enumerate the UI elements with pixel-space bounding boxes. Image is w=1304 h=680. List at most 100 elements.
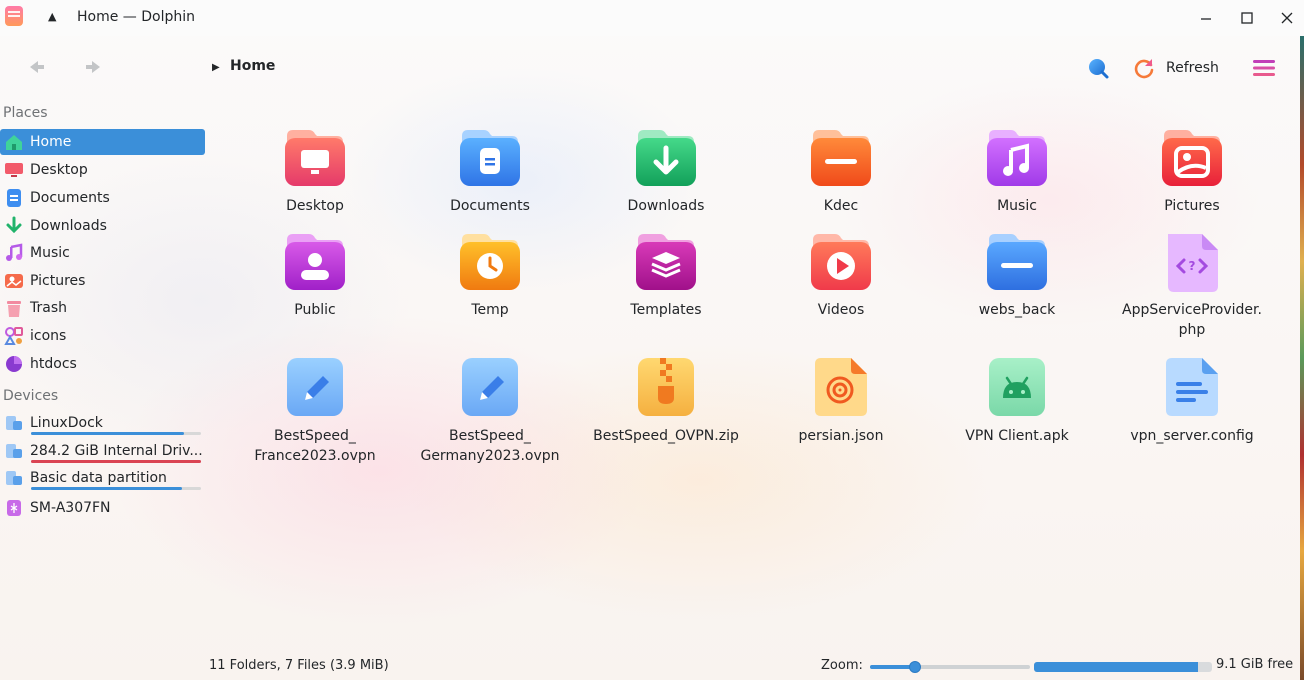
sidebar-item-home[interactable]: Home — [0, 129, 205, 155]
file-item-documents[interactable]: Documents — [410, 126, 570, 216]
sidebar-item-label: LinuxDock — [30, 415, 103, 431]
desktop-folder-icon — [285, 130, 345, 186]
minimize-button[interactable] — [1194, 6, 1218, 30]
sidebar-item-trash[interactable]: Trash — [0, 295, 205, 321]
file-item-label: persian.json — [798, 428, 884, 444]
downloads-icon — [4, 216, 24, 236]
sidebar-item-documents[interactable]: Documents — [0, 185, 205, 211]
refresh-icon — [1134, 59, 1154, 79]
file-item-bestspeed-france[interactable]: BestSpeed_ France2023.ovpn — [235, 356, 395, 466]
sidebar-device-phone[interactable]: SM-A307FN — [0, 495, 205, 521]
ovpn-file-icon — [462, 358, 518, 416]
file-item-label: Videos — [817, 302, 865, 318]
forward-button[interactable] — [82, 56, 104, 82]
php-file-icon: ? — [1168, 234, 1218, 292]
close-button[interactable] — [1275, 6, 1299, 30]
hamburger-menu-button[interactable] — [1252, 58, 1276, 78]
sidebar-item-music[interactable]: Music — [0, 240, 205, 266]
sidebar-item-label: htdocs — [30, 356, 77, 372]
file-item-vpn-client-apk[interactable]: VPN Client.apk — [937, 356, 1097, 446]
sidebar-item-label: SM-A307FN — [30, 500, 111, 516]
svg-text:?: ? — [1189, 259, 1196, 273]
sidebar-item-pictures[interactable]: Pictures — [0, 268, 205, 294]
trash-icon — [4, 298, 24, 318]
zoom-label: Zoom: — [821, 658, 863, 673]
music-folder-icon — [987, 130, 1047, 186]
file-item-label: Temp — [471, 302, 509, 318]
maximize-button[interactable] — [1235, 6, 1259, 30]
hamburger-menu-icon — [1253, 60, 1275, 76]
zoom-slider[interactable] — [870, 661, 1030, 673]
file-item-downloads[interactable]: Downloads — [586, 126, 746, 216]
sidebar-item-htdocs[interactable]: htdocs — [0, 351, 205, 377]
downloads-folder-icon — [636, 130, 696, 186]
documents-icon — [4, 188, 24, 208]
file-item-label: BestSpeed_ France2023.ovpn — [254, 428, 376, 464]
breadcrumb-home[interactable]: Home — [230, 58, 275, 74]
file-item-appserviceprovider[interactable]: ? AppServiceProvider. php — [1112, 230, 1272, 340]
file-item-pictures[interactable]: Pictures — [1112, 126, 1272, 216]
search-button[interactable] — [1085, 55, 1111, 81]
minimize-icon — [1201, 18, 1211, 20]
sidebar-item-label: Pictures — [30, 273, 86, 289]
file-item-music[interactable]: Music — [937, 126, 1097, 216]
file-item-label: Kdec — [823, 198, 859, 214]
kdec-folder-icon — [811, 130, 871, 186]
file-item-label: Templates — [630, 302, 702, 318]
device-usage-bar — [31, 432, 201, 435]
title-bar: ▲ Home — Dolphin — [0, 0, 1304, 36]
sidebar-item-downloads[interactable]: Downloads — [0, 213, 205, 239]
zip-file-icon — [638, 358, 694, 416]
zoom-slider-handle[interactable] — [908, 661, 921, 673]
temp-folder-icon — [460, 234, 520, 290]
file-item-webs-back[interactable]: webs_back — [937, 230, 1097, 320]
documents-folder-icon — [460, 130, 520, 186]
back-button[interactable] — [26, 56, 48, 82]
file-item-public[interactable]: Public — [235, 230, 395, 320]
sidebar-item-desktop[interactable]: Desktop — [0, 157, 205, 183]
keep-above-icon[interactable]: ▲ — [48, 10, 56, 23]
sidebar-item-label: Desktop — [30, 162, 88, 178]
sidebar-item-label: Music — [30, 245, 70, 261]
sidebar-item-label: Trash — [30, 300, 67, 316]
public-folder-icon — [285, 234, 345, 290]
file-item-vpn-server-config[interactable]: vpn_server.config — [1112, 356, 1272, 446]
status-summary: 11 Folders, 7 Files (3.9 MiB) — [209, 658, 389, 673]
file-item-kdec[interactable]: Kdec — [761, 126, 921, 216]
file-item-persian-json[interactable]: persian.json — [761, 356, 921, 446]
apk-file-icon — [989, 358, 1045, 416]
webs-back-folder-icon — [987, 234, 1047, 290]
sidebar-item-label: Downloads — [30, 218, 107, 234]
wallpaper-edge — [1300, 36, 1304, 680]
file-item-temp[interactable]: Temp — [410, 230, 570, 320]
breadcrumb-expand-icon[interactable]: ▶ — [212, 62, 220, 73]
htdocs-icon — [4, 354, 24, 374]
places-section-title: Places — [3, 105, 48, 121]
free-space-bar — [1034, 662, 1212, 672]
drive-icon — [4, 468, 24, 488]
file-item-videos[interactable]: Videos — [761, 230, 921, 320]
file-item-label: BestSpeed_ Germany2023.ovpn — [420, 428, 560, 464]
file-item-label: Documents — [450, 198, 530, 214]
device-usage-bar — [31, 487, 201, 490]
device-usage-bar — [31, 460, 201, 463]
sidebar-item-label: Basic data partition — [30, 470, 167, 486]
file-item-label: Music — [997, 198, 1037, 214]
sidebar-item-label: Home — [30, 134, 72, 150]
file-item-desktop[interactable]: Desktop — [235, 126, 395, 216]
file-item-bestspeed-zip[interactable]: BestSpeed_OVPN.zip — [586, 356, 746, 446]
refresh-button[interactable]: Refresh — [1132, 54, 1219, 82]
dolphin-app-icon[interactable] — [5, 6, 23, 26]
file-item-templates[interactable]: Templates — [586, 230, 746, 320]
sidebar-item-icons[interactable]: icons — [0, 323, 205, 349]
devices-section-title: Devices — [3, 388, 59, 404]
file-item-label: Desktop — [286, 198, 344, 214]
pictures-icon — [4, 271, 24, 291]
file-item-label: VPN Client.apk — [965, 428, 1069, 444]
home-icon — [4, 132, 24, 152]
config-file-icon — [1166, 358, 1218, 416]
file-item-label: vpn_server.config — [1130, 428, 1254, 444]
templates-folder-icon — [636, 234, 696, 290]
file-item-bestspeed-germany[interactable]: BestSpeed_ Germany2023.ovpn — [410, 356, 570, 466]
drive-icon — [4, 413, 24, 433]
